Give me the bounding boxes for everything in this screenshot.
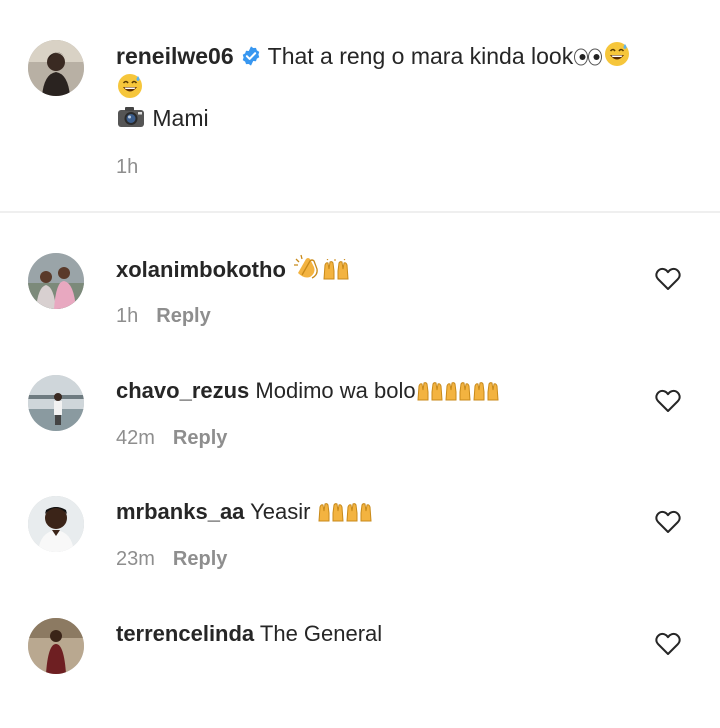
- divider: [0, 211, 720, 213]
- raising-hands-emoji: [345, 500, 373, 532]
- camera-emoji: [116, 104, 146, 138]
- caption-text-line-3: Mami: [116, 102, 209, 138]
- avatar[interactable]: [28, 496, 84, 552]
- reply-button[interactable]: Reply: [173, 427, 227, 449]
- comment: terrencelinda The General: [0, 618, 720, 728]
- raising-hands-emoji: [317, 500, 345, 532]
- heart-icon[interactable]: [655, 632, 681, 656]
- comment: xolanimbokotho 1h Reply: [0, 253, 720, 363]
- caption-text: That a reng o mara kinda look: [267, 43, 574, 69]
- raising-hands-emoji: [416, 379, 444, 411]
- caption-timestamp: 1h: [116, 156, 139, 178]
- caption-label: Mami: [152, 105, 209, 131]
- heart-icon[interactable]: [655, 267, 681, 291]
- comment-meta: 42m Reply: [116, 427, 227, 450]
- comment-timestamp: 23m: [116, 548, 155, 570]
- caption-text-line: reneilwe06 That a reng o mara kinda look: [116, 40, 631, 76]
- comment-text-line: mrbanks_aa Yeasir: [116, 496, 373, 532]
- caption-text-line-2: [116, 72, 144, 106]
- comment-meta: 23m Reply: [116, 548, 227, 571]
- raising-hands-emoji: [444, 379, 472, 411]
- caption: reneilwe06 That a reng o mara kinda look …: [0, 0, 720, 211]
- avatar[interactable]: [28, 375, 84, 431]
- comment: mrbanks_aa Yeasir 23m Reply: [0, 496, 720, 606]
- comment-text-line: chavo_rezus Modimo wa bolo: [116, 375, 500, 411]
- avatar[interactable]: [28, 40, 84, 96]
- heart-icon[interactable]: [655, 510, 681, 534]
- avatar[interactable]: [28, 253, 84, 309]
- raising-hands-emoji: [472, 379, 500, 411]
- grinning-sweat-emoji: [116, 72, 144, 106]
- avatar[interactable]: [28, 618, 84, 674]
- username[interactable]: terrencelinda: [116, 621, 254, 646]
- comment-text-line: xolanimbokotho: [116, 253, 350, 290]
- comment-timestamp: 1h: [116, 305, 139, 327]
- username[interactable]: reneilwe06: [116, 43, 234, 69]
- comment: chavo_rezus Modimo wa bolo 42m Reply: [0, 375, 720, 485]
- comment-text: Yeasir: [250, 499, 311, 524]
- comment-timestamp: 42m: [116, 427, 155, 449]
- username[interactable]: chavo_rezus: [116, 378, 249, 403]
- grinning-sweat-emoji: [603, 40, 631, 76]
- raising-hands-emoji: [322, 258, 350, 290]
- username[interactable]: mrbanks_aa: [116, 499, 244, 524]
- comment-meta: 1h Reply: [116, 305, 211, 328]
- heart-icon[interactable]: [655, 389, 681, 413]
- reply-button[interactable]: Reply: [156, 305, 210, 327]
- clapping-hands-emoji: [292, 253, 322, 290]
- eyes-emoji: [573, 44, 603, 76]
- comment-text: The General: [259, 621, 383, 646]
- verified-badge-icon: [240, 45, 262, 67]
- comment-text-line: terrencelinda The General: [116, 618, 382, 650]
- comment-text: Modimo wa bolo: [255, 378, 416, 403]
- reply-button[interactable]: Reply: [173, 548, 227, 570]
- username[interactable]: xolanimbokotho: [116, 257, 286, 282]
